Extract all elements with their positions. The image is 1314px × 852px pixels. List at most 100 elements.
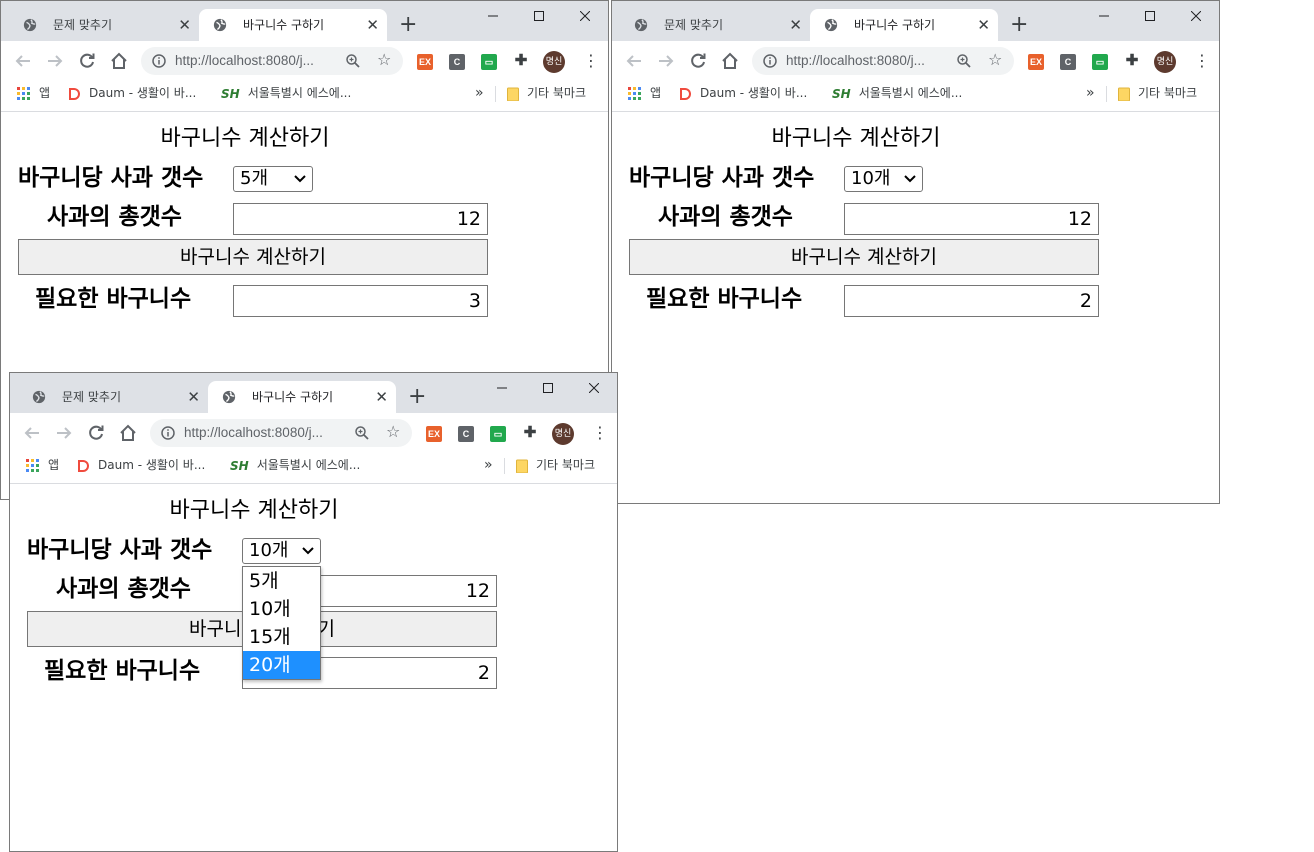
avatar[interactable]: 명신: [552, 423, 574, 445]
extension-green-icon[interactable]: ▭: [481, 54, 497, 70]
tab-basket[interactable]: 바구니수 구하기 ✕: [208, 381, 396, 413]
zoom-icon[interactable]: [956, 53, 972, 69]
folder-icon: [516, 459, 528, 473]
bookmark-star-icon[interactable]: ☆: [988, 50, 1002, 69]
close-tab-icon[interactable]: ✕: [977, 9, 990, 41]
close-tab-icon[interactable]: ✕: [375, 381, 388, 413]
bookmarks-bar: 앱 Daum - 생활이 바... SH 서울특별시 에스에... » 기타 북마…: [10, 453, 617, 484]
bookmarks-bar: 앱 Daum - 생활이 바... SH 서울특별시 에스에... » 기타 북마…: [1, 81, 608, 112]
apples-per-basket-select[interactable]: 10개: [844, 166, 923, 192]
new-tab-button[interactable]: +: [408, 385, 426, 409]
extension-green-icon[interactable]: ▭: [1092, 54, 1108, 70]
home-icon[interactable]: [116, 421, 140, 445]
close-tab-icon[interactable]: ✕: [187, 381, 200, 413]
forward-icon[interactable]: [52, 421, 76, 445]
bookmark-seoul[interactable]: SH 서울특별시 에스에...: [221, 81, 351, 106]
maximize-button[interactable]: [525, 377, 571, 401]
home-icon[interactable]: [718, 49, 742, 73]
bookmark-other[interactable]: 기타 북마크: [1118, 81, 1197, 105]
calculate-button[interactable]: 바구니수 계산하기: [629, 239, 1099, 275]
maximize-button[interactable]: [1127, 5, 1173, 29]
new-tab-button[interactable]: +: [399, 13, 417, 37]
minimize-button[interactable]: [479, 377, 525, 401]
forward-icon[interactable]: [43, 49, 67, 73]
back-icon[interactable]: [622, 49, 646, 73]
close-window-button[interactable]: [562, 5, 608, 29]
minimize-button[interactable]: [1081, 5, 1127, 29]
reload-icon[interactable]: [686, 49, 710, 73]
extension-green-icon[interactable]: ▭: [490, 426, 506, 442]
total-apples-input[interactable]: 12: [844, 203, 1099, 235]
reload-icon[interactable]: [75, 49, 99, 73]
zoom-icon[interactable]: [345, 53, 361, 69]
home-icon[interactable]: [107, 49, 131, 73]
calculate-button[interactable]: 바구니수 계산하기: [18, 239, 488, 275]
tab-basket[interactable]: 바구니수 구하기 ✕: [810, 9, 998, 41]
apples-per-basket-select[interactable]: 10개: [242, 538, 321, 564]
globe-icon: [222, 390, 236, 404]
close-window-button[interactable]: [1173, 5, 1219, 29]
extension-c-icon[interactable]: C: [458, 426, 474, 442]
new-tab-button[interactable]: +: [1010, 13, 1028, 37]
tab-problem[interactable]: 문제 맞추기 ✕: [620, 9, 810, 41]
extension-ex-icon[interactable]: EX: [1028, 54, 1044, 70]
bookmarks-more-icon[interactable]: »: [1086, 81, 1095, 105]
extensions-puzzle-icon[interactable]: ✚: [1124, 53, 1140, 69]
bookmark-star-icon[interactable]: ☆: [386, 422, 400, 441]
dropdown-option[interactable]: 10개: [243, 595, 320, 623]
info-icon[interactable]: [161, 426, 175, 440]
extensions-puzzle-icon[interactable]: ✚: [513, 53, 529, 69]
dropdown-option[interactable]: 15개: [243, 623, 320, 651]
extension-ex-icon[interactable]: EX: [417, 54, 433, 70]
apples-per-basket-select[interactable]: 5개: [233, 166, 313, 192]
extension-ex-icon[interactable]: EX: [426, 426, 442, 442]
tab-problem[interactable]: 문제 맞추기 ✕: [9, 9, 199, 41]
close-tab-icon[interactable]: ✕: [789, 9, 802, 41]
info-icon[interactable]: [763, 54, 777, 68]
menu-kebab-icon[interactable]: ⋮: [583, 51, 599, 71]
bookmark-apps[interactable]: 앱: [26, 453, 59, 477]
bookmark-other-label: 기타 북마크: [1138, 86, 1198, 100]
avatar[interactable]: 명신: [543, 51, 565, 73]
extensions-puzzle-icon[interactable]: ✚: [522, 425, 538, 441]
bookmark-daum[interactable]: Daum - 생활이 바...: [76, 453, 205, 477]
back-icon[interactable]: [11, 49, 35, 73]
bookmarks-more-icon[interactable]: »: [475, 81, 484, 105]
total-apples-input[interactable]: 12: [233, 203, 488, 235]
page-title: 바구니수 계산하기: [771, 126, 941, 151]
bookmark-daum[interactable]: Daum - 생활이 바...: [678, 81, 807, 105]
dropdown-option[interactable]: 5개: [243, 567, 320, 595]
tab-problem[interactable]: 문제 맞추기 ✕: [18, 381, 208, 413]
address-bar[interactable]: http://localhost:8080/j... ☆: [752, 47, 1014, 75]
minimize-button[interactable]: [470, 5, 516, 29]
bookmark-other-label: 기타 북마크: [536, 458, 596, 472]
bookmark-other[interactable]: 기타 북마크: [516, 453, 595, 477]
info-icon[interactable]: [152, 54, 166, 68]
close-tab-icon[interactable]: ✕: [178, 9, 191, 41]
address-bar[interactable]: http://localhost:8080/j... ☆: [141, 47, 403, 75]
bookmark-star-icon[interactable]: ☆: [377, 50, 391, 69]
close-window-button[interactable]: [571, 377, 617, 401]
close-tab-icon[interactable]: ✕: [366, 9, 379, 41]
zoom-icon[interactable]: [354, 425, 370, 441]
avatar[interactable]: 명신: [1154, 51, 1176, 73]
forward-icon[interactable]: [654, 49, 678, 73]
extension-c-icon[interactable]: C: [1060, 54, 1076, 70]
bookmark-seoul[interactable]: SH 서울특별시 에스에...: [832, 81, 962, 106]
reload-icon[interactable]: [84, 421, 108, 445]
bookmark-apps[interactable]: 앱: [628, 81, 661, 105]
address-bar[interactable]: http://localhost:8080/j... ☆: [150, 419, 412, 447]
bookmark-other[interactable]: 기타 북마크: [507, 81, 586, 105]
tab-basket[interactable]: 바구니수 구하기 ✕: [199, 9, 387, 41]
bookmark-daum[interactable]: Daum - 생활이 바...: [67, 81, 196, 105]
bookmark-apps[interactable]: 앱: [17, 81, 50, 105]
menu-kebab-icon[interactable]: ⋮: [592, 423, 608, 443]
maximize-button[interactable]: [516, 5, 562, 29]
bookmarks-more-icon[interactable]: »: [484, 453, 493, 477]
tab-strip: 문제 맞추기 ✕ 바구니수 구하기 ✕ +: [612, 1, 1219, 41]
bookmark-seoul[interactable]: SH 서울특별시 에스에...: [230, 453, 360, 478]
back-icon[interactable]: [20, 421, 44, 445]
dropdown-option-highlighted[interactable]: 20개: [243, 651, 320, 679]
extension-c-icon[interactable]: C: [449, 54, 465, 70]
menu-kebab-icon[interactable]: ⋮: [1194, 51, 1210, 71]
